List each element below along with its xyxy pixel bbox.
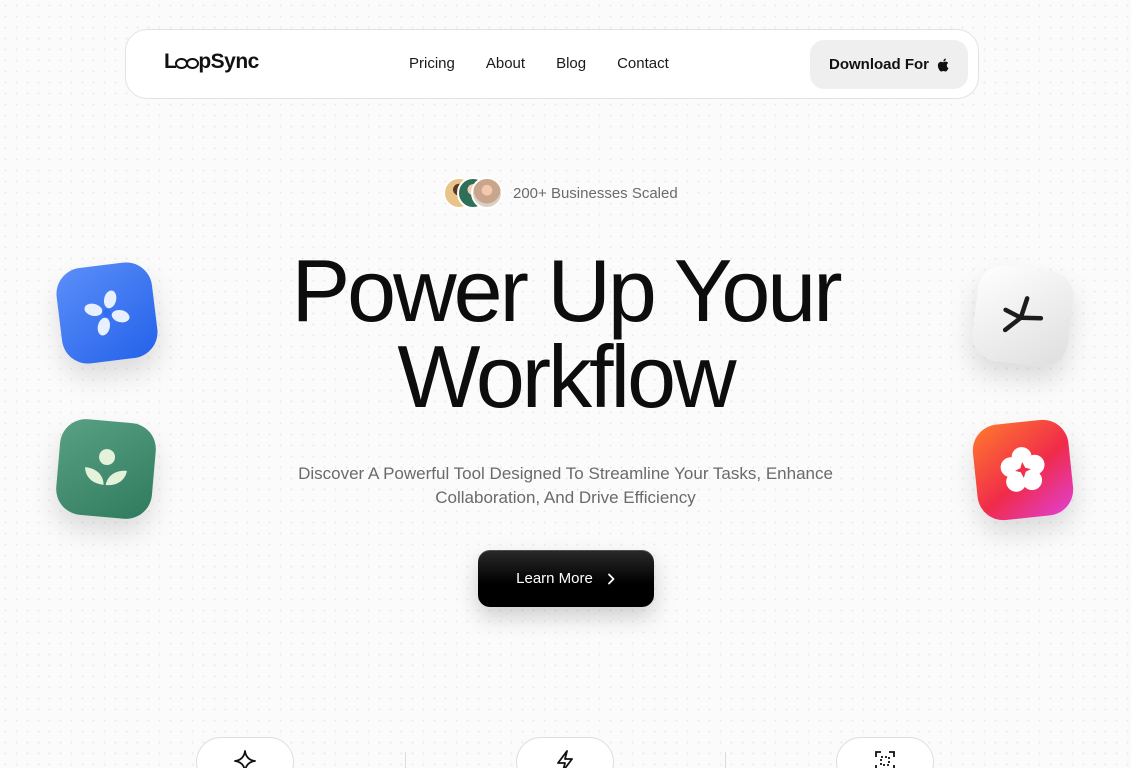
- nav-link-pricing[interactable]: Pricing: [409, 55, 455, 72]
- nav-link-about[interactable]: About: [486, 55, 525, 72]
- sparkle-icon: [234, 750, 256, 768]
- learn-more-button[interactable]: Learn More: [478, 550, 654, 607]
- scan-frame-icon: [875, 751, 895, 768]
- hero-subtitle-line-1: Discover A Powerful Tool Designed To Str…: [298, 464, 833, 483]
- asterisk-icon: [1002, 296, 1044, 333]
- sprout-icon: [85, 449, 127, 486]
- learn-more-label: Learn More: [516, 570, 593, 587]
- social-proof: 200+ Businesses Scaled: [443, 177, 678, 209]
- feature-divider: [725, 752, 726, 768]
- avatar-stack: [443, 177, 505, 209]
- feature-pill: [836, 737, 934, 768]
- download-button[interactable]: Download For: [810, 40, 968, 89]
- avatar: [471, 177, 503, 209]
- feature-divider: [405, 752, 406, 768]
- red-flower-app-tile: [970, 417, 1076, 523]
- flower-icon: [1000, 447, 1045, 492]
- hero-title-line-2: Workflow: [397, 327, 736, 426]
- brand-logo[interactable]: LpSync: [164, 50, 259, 74]
- white-asterisk-app-tile: [969, 262, 1077, 370]
- hero-title: Power Up Your Workflow: [0, 247, 1131, 421]
- hero-subtitle-line-2: Collaboration, And Drive Efficiency: [435, 488, 696, 507]
- apple-icon: [937, 58, 949, 71]
- chevron-right-icon: [607, 573, 615, 584]
- nav-link-contact[interactable]: Contact: [617, 55, 669, 72]
- download-label: Download For: [829, 56, 929, 73]
- nav-link-blog[interactable]: Blog: [556, 55, 586, 72]
- hero-title-line-1: Power Up Your: [291, 241, 842, 340]
- nav-links: Pricing About Blog Contact: [409, 55, 700, 72]
- feature-pill: [516, 737, 614, 768]
- brand-suffix: pSync: [198, 50, 259, 73]
- lightning-icon: [557, 750, 573, 768]
- social-proof-text: 200+ Businesses Scaled: [513, 184, 678, 202]
- hero-subtitle: Discover A Powerful Tool Designed To Str…: [280, 462, 851, 510]
- pinwheel-icon: [84, 290, 130, 336]
- top-navbar: LpSync Pricing About Blog Contact Downlo…: [125, 29, 979, 99]
- green-sprout-app-tile: [53, 416, 159, 522]
- feature-pill: [196, 737, 294, 768]
- blue-pinwheel-app-tile: [53, 259, 161, 367]
